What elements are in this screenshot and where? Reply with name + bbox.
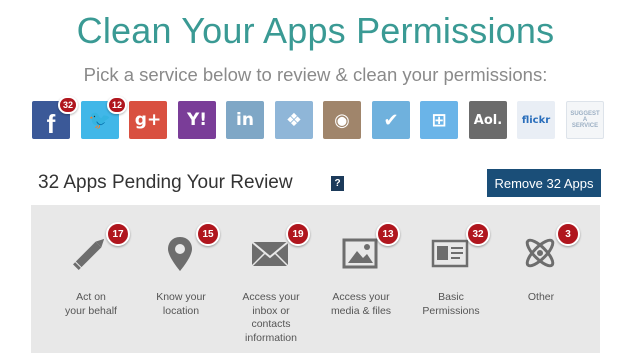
suggest-icon: SUGGEST A SERVICE bbox=[570, 111, 600, 129]
atom-icon bbox=[518, 233, 562, 273]
service-count-badge: 32 bbox=[57, 96, 78, 114]
dropbox-icon: ❖ bbox=[285, 109, 303, 131]
facebook-icon: f bbox=[46, 108, 56, 139]
permission-item[interactable]: 32 Basic Permissions bbox=[406, 205, 496, 353]
service-count-badge: 12 bbox=[106, 96, 127, 114]
review-title: 32 Apps Pending Your Review bbox=[38, 172, 293, 193]
permission-item[interactable]: 13 Access your media & files bbox=[316, 205, 406, 353]
aol-icon: Aol. bbox=[473, 112, 503, 128]
permission-label: Other bbox=[527, 291, 555, 303]
permission-count-badge: 3 bbox=[556, 222, 580, 246]
service-twitter[interactable]: 🐦 12 bbox=[81, 96, 127, 139]
permission-item[interactable]: 15 Know your location bbox=[136, 205, 226, 353]
id-card-icon bbox=[428, 233, 472, 273]
windows-icon: ⊞ bbox=[431, 109, 447, 131]
yahoo-icon: Y! bbox=[186, 110, 208, 130]
instagram-icon: ◉ bbox=[334, 109, 350, 131]
page-title: Clean Your Apps Permissions bbox=[76, 10, 555, 51]
page-subtitle: Pick a service below to review & clean y… bbox=[83, 64, 548, 85]
image-icon bbox=[338, 233, 382, 273]
permission-label: Know your location bbox=[156, 291, 206, 317]
service-windows[interactable]: ⊞ bbox=[420, 101, 458, 139]
service-list: f 32 🐦 12 g+ Y! in ❖ ◉ ✔ ⊞ Aol. flickr SUGGEST A SERV… bbox=[32, 96, 604, 141]
service-google-plus[interactable]: g+ bbox=[129, 101, 167, 139]
envelope-icon bbox=[248, 233, 292, 273]
foursquare-icon: ✔ bbox=[383, 109, 399, 131]
permission-label: Access your media & files bbox=[330, 291, 392, 317]
service-flickr[interactable]: flickr bbox=[517, 101, 555, 139]
permission-item[interactable]: 17 Act on your behalf bbox=[46, 205, 136, 353]
remove-apps-button[interactable]: Remove 32 Apps bbox=[487, 169, 601, 197]
help-icon[interactable]: ? bbox=[331, 176, 344, 191]
service-dropbox[interactable]: ❖ bbox=[275, 101, 313, 139]
linkedin-icon: in bbox=[236, 110, 254, 130]
twitter-icon: 🐦 bbox=[88, 109, 112, 131]
location-pin-icon bbox=[158, 233, 202, 273]
service-instagram[interactable]: ◉ bbox=[323, 101, 361, 139]
permission-count-badge: 17 bbox=[106, 222, 130, 246]
service-suggest[interactable]: SUGGEST A SERVICE bbox=[566, 101, 604, 139]
pencil-icon bbox=[68, 233, 112, 273]
service-aol[interactable]: Aol. bbox=[469, 101, 507, 139]
permissions-panel: 17 Act on your behalf 15 Know your locatio… bbox=[31, 205, 600, 353]
permission-item[interactable]: 3 Other bbox=[496, 205, 586, 353]
permission-count-badge: 13 bbox=[376, 222, 400, 246]
permission-count-badge: 32 bbox=[466, 222, 490, 246]
service-yahoo[interactable]: Y! bbox=[178, 101, 216, 139]
service-linkedin[interactable]: in bbox=[226, 101, 264, 139]
flickr-icon: flickr bbox=[521, 114, 551, 126]
permission-item[interactable]: 19 Access your inbox or contacts informat… bbox=[226, 205, 316, 353]
permission-count-badge: 15 bbox=[196, 222, 220, 246]
permission-label: Access your inbox or contacts informatio… bbox=[242, 291, 300, 344]
service-facebook[interactable]: f 32 bbox=[32, 96, 78, 139]
permission-label: Basic Permissions bbox=[422, 291, 480, 317]
service-foursquare[interactable]: ✔ bbox=[372, 101, 410, 139]
permission-count-badge: 19 bbox=[286, 222, 310, 246]
google-plus-icon: g+ bbox=[134, 110, 162, 130]
permission-label: Act on your behalf bbox=[65, 291, 117, 317]
